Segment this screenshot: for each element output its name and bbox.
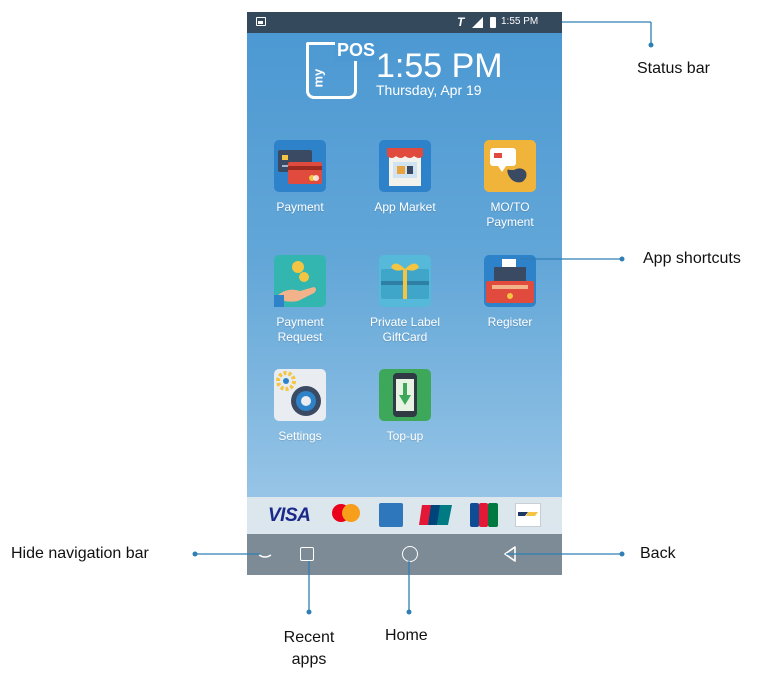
cash-register-icon <box>484 255 536 307</box>
app-moto-payment[interactable]: MO/TO Payment <box>462 140 558 230</box>
app-payment-request[interactable]: Payment Request <box>252 255 348 345</box>
app-register[interactable]: Register <box>462 255 558 330</box>
hide-navigation-button[interactable] <box>257 546 273 562</box>
recent-apps-button[interactable] <box>300 547 314 561</box>
image-notification-icon <box>256 17 266 26</box>
callout-status-bar: Status bar <box>637 60 710 77</box>
app-label: Settings <box>278 429 322 443</box>
app-payment[interactable]: Payment <box>252 140 348 215</box>
app-label: MO/TO Payment <box>486 200 534 229</box>
callout-hide-navigation: Hide navigation bar <box>11 545 149 562</box>
logo-text-my: my <box>310 68 326 88</box>
battery-icon <box>490 17 496 28</box>
top-up-phone-icon <box>379 369 431 421</box>
status-time: 1:55 PM <box>501 16 539 27</box>
jcb-logo <box>470 503 498 527</box>
payment-card-icon <box>274 140 326 192</box>
clock-date: Thursday, Apr 19 <box>376 82 482 98</box>
callout-recent-apps: Recent apps <box>283 629 335 668</box>
signal-icon <box>472 17 483 28</box>
gift-card-icon <box>379 255 431 307</box>
app-settings[interactable]: Settings <box>252 369 348 444</box>
app-label: Payment Request <box>276 315 324 344</box>
app-app-market[interactable]: App Market <box>357 140 453 215</box>
logo-text-pos: POS <box>335 40 378 61</box>
status-bar[interactable]: T 1:55 PM <box>247 12 562 33</box>
app-top-up[interactable]: Top-up <box>357 369 453 444</box>
amex-logo <box>379 503 403 527</box>
visa-logo: VISA <box>268 505 311 526</box>
home-button[interactable] <box>402 546 418 562</box>
payment-request-icon <box>274 255 326 307</box>
mastercard-logo <box>327 503 365 527</box>
carrier-icon: T <box>457 15 465 29</box>
app-label: Top-up <box>386 429 424 443</box>
app-label: Private Label GiftCard <box>369 315 441 344</box>
app-label: Payment <box>276 200 324 214</box>
chevron-down-icon <box>258 554 272 558</box>
callout-home: Home <box>385 627 428 644</box>
card-brands-bar: VISA <box>247 497 562 534</box>
callout-back: Back <box>640 545 676 562</box>
navigation-bar <box>247 534 562 575</box>
app-label: Register <box>487 315 533 329</box>
callout-app-shortcuts: App shortcuts <box>643 250 741 267</box>
back-triangle-icon <box>504 546 516 562</box>
clock-time: 1:55 PM <box>376 47 503 85</box>
app-gift-card[interactable]: Private Label GiftCard <box>357 255 453 345</box>
back-button[interactable] <box>502 545 518 563</box>
moto-phone-icon <box>484 140 536 192</box>
device-screen: T 1:55 PM POS my 1:55 PM Thursday, Apr 1… <box>247 12 562 575</box>
unionpay-logo <box>419 503 453 527</box>
app-label: App Market <box>374 200 436 214</box>
gear-icon <box>274 369 326 421</box>
bancontact-logo <box>515 503 541 527</box>
app-market-icon <box>379 140 431 192</box>
